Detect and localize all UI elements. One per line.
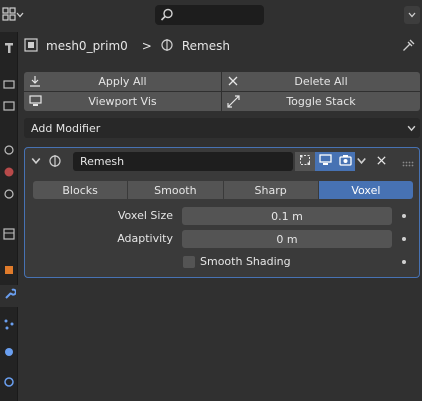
edit-mode-icon bbox=[299, 154, 311, 169]
close-icon bbox=[227, 75, 239, 90]
chevron-down-icon bbox=[408, 9, 416, 22]
adaptivity-value: 0 m bbox=[276, 232, 298, 246]
output-icon bbox=[3, 100, 15, 115]
world-icon bbox=[3, 166, 15, 181]
close-icon[interactable] bbox=[376, 155, 387, 169]
smooth-shading-label: Smooth Shading bbox=[200, 255, 291, 268]
editor-type-icon bbox=[2, 6, 16, 24]
apply-all-label: Apply All bbox=[98, 75, 147, 88]
properties-header bbox=[0, 0, 422, 32]
layer-icon bbox=[3, 227, 15, 243]
modifier-icon bbox=[160, 38, 174, 55]
remesh-modifier-panel: Remesh Blocks Smooth Sharp Voxel Voxel S… bbox=[24, 147, 420, 278]
tab-particles[interactable] bbox=[0, 314, 18, 336]
mesh-icon bbox=[24, 37, 38, 55]
tab-world[interactable] bbox=[0, 162, 18, 184]
add-modifier-dropdown[interactable]: Add Modifier bbox=[24, 118, 420, 138]
edit-mode-toggle[interactable] bbox=[295, 152, 315, 171]
modifier-name-input[interactable]: Remesh bbox=[73, 152, 293, 171]
monitor-icon bbox=[29, 95, 42, 110]
properties-tab-strip bbox=[0, 32, 18, 401]
search-input[interactable] bbox=[155, 5, 264, 25]
physics-icon bbox=[3, 346, 15, 361]
tab-physics[interactable] bbox=[0, 342, 18, 364]
pin-icon[interactable] bbox=[402, 38, 416, 55]
delete-all-button[interactable]: Delete All bbox=[222, 72, 420, 91]
tab-object[interactable] bbox=[0, 260, 18, 282]
adaptivity-label: Adaptivity bbox=[117, 232, 173, 245]
breadcrumb-modifier: Remesh bbox=[181, 39, 230, 53]
breadcrumb-separator: > bbox=[141, 39, 152, 53]
render-icon bbox=[3, 78, 15, 93]
wrench-icon bbox=[3, 288, 17, 304]
particles-icon bbox=[3, 318, 15, 333]
mode-voxel-button[interactable]: Voxel bbox=[318, 181, 413, 199]
voxel-size-label: Voxel Size bbox=[117, 209, 173, 222]
scene-icon bbox=[3, 144, 15, 159]
drag-handle-icon[interactable] bbox=[402, 157, 414, 170]
tab-collection[interactable] bbox=[0, 184, 18, 206]
render-icon bbox=[338, 154, 352, 169]
object-icon bbox=[3, 264, 15, 279]
keyframe-dot-icon[interactable] bbox=[402, 260, 406, 264]
mode-blocks-button[interactable]: Blocks bbox=[33, 181, 129, 199]
modifier-icon bbox=[48, 154, 62, 171]
editor-type-selector[interactable] bbox=[2, 5, 26, 25]
tab-output[interactable] bbox=[0, 96, 18, 118]
smooth-shading-checkbox[interactable] bbox=[183, 256, 195, 268]
keyframe-dot-icon[interactable] bbox=[402, 237, 406, 241]
tab-constraints[interactable] bbox=[0, 372, 18, 394]
modifier-visibility-toggles bbox=[295, 152, 355, 171]
viewport-vis-button[interactable]: Viewport Vis bbox=[24, 92, 221, 111]
extras-dropdown-icon[interactable] bbox=[356, 156, 367, 169]
constraints-icon bbox=[3, 376, 15, 391]
realtime-toggle[interactable] bbox=[315, 152, 335, 171]
apply-all-button[interactable]: Apply All bbox=[24, 72, 221, 91]
expand-icon bbox=[227, 95, 240, 111]
mode-sharp-button[interactable]: Sharp bbox=[223, 181, 319, 199]
breadcrumb: mesh0_prim0 > Remesh bbox=[22, 35, 420, 57]
mode-smooth-button[interactable]: Smooth bbox=[128, 181, 224, 199]
delete-all-label: Delete All bbox=[294, 75, 348, 88]
tab-modifiers[interactable] bbox=[0, 285, 18, 307]
adaptivity-field[interactable]: 0 m bbox=[182, 230, 392, 248]
modifier-name-value: Remesh bbox=[80, 155, 125, 168]
breadcrumb-object: mesh0_prim0 bbox=[46, 39, 128, 53]
remesh-mode-selector: Blocks Smooth Sharp Voxel bbox=[33, 181, 413, 199]
options-dropdown-button[interactable] bbox=[404, 6, 420, 24]
realtime-icon bbox=[318, 154, 332, 169]
collapse-chevron-icon[interactable] bbox=[31, 156, 41, 169]
chevron-down-icon bbox=[407, 123, 416, 136]
tool-icon bbox=[3, 42, 15, 57]
voxel-size-value: 0.1 m bbox=[271, 209, 303, 223]
viewport-vis-label: Viewport Vis bbox=[88, 95, 157, 108]
keyframe-dot-icon[interactable] bbox=[402, 214, 406, 218]
tab-view-layer[interactable] bbox=[0, 224, 18, 246]
tab-scene[interactable] bbox=[0, 140, 18, 162]
toggle-stack-button[interactable]: Toggle Stack bbox=[222, 92, 420, 111]
render-toggle[interactable] bbox=[335, 152, 355, 171]
tab-tool[interactable] bbox=[0, 38, 18, 60]
voxel-size-field[interactable]: 0.1 m bbox=[182, 207, 392, 225]
apply-icon bbox=[29, 75, 41, 90]
chevron-down-icon bbox=[16, 9, 24, 22]
add-modifier-label: Add Modifier bbox=[31, 121, 101, 135]
collection-icon bbox=[3, 188, 15, 203]
tab-render[interactable] bbox=[0, 74, 18, 96]
toggle-stack-label: Toggle Stack bbox=[286, 95, 356, 108]
